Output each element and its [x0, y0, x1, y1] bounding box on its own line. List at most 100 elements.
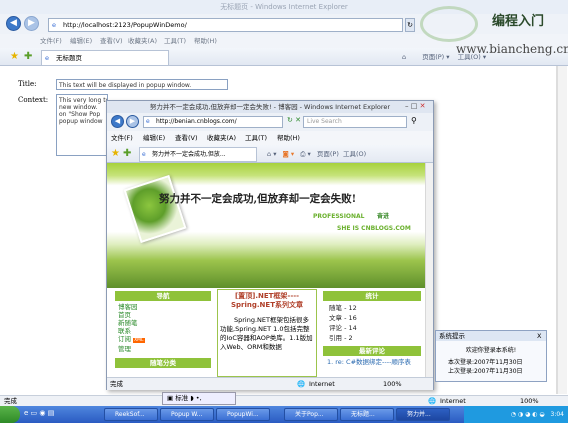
- task-button-2[interactable]: Popup W...: [160, 408, 214, 421]
- task-button-6[interactable]: 努力并...: [396, 408, 450, 421]
- zoom-control[interactable]: 100%: [520, 396, 539, 406]
- page-icon: e: [142, 151, 146, 158]
- xml-badge: XML: [133, 338, 145, 343]
- categories-header: 随笔分类: [115, 358, 211, 368]
- page-menu[interactable]: 页面(P): [317, 150, 339, 158]
- page-icon: e: [45, 54, 49, 62]
- page-icon: e: [146, 118, 150, 125]
- minimize-button[interactable]: –: [405, 102, 409, 110]
- popup-menu-bar: 文件(F) 编辑(E) 查看(V) 收藏夹(A) 工具(T) 帮助(H): [107, 131, 433, 145]
- tab-untitled-page[interactable]: e 无标题页: [41, 50, 169, 65]
- refresh-button[interactable]: ↻: [405, 18, 415, 32]
- quick-launch: e ▭ ◉ ▤: [24, 409, 54, 417]
- home-icon[interactable]: ⌂ ▾: [267, 150, 276, 158]
- nav-panel: 导航 博客园 首页 新随笔 联系 订阅 XML 管理 随笔分类: [115, 291, 211, 377]
- stats-header: 统计: [323, 291, 421, 301]
- nav-link-manage[interactable]: 管理: [118, 345, 211, 353]
- popup-address-bar[interactable]: e http://benian.cnblogs.com/: [143, 116, 283, 128]
- ime-bar[interactable]: ▣ 标准 ◗ •,: [162, 392, 236, 405]
- search-icon[interactable]: ⚲: [411, 116, 417, 125]
- post-title[interactable]: [置顶].NET框架----Spring.NET系列文章: [220, 292, 314, 310]
- popup-window: 努力并不一定会成功,但放弃却一定会失败! - 博客园 - Windows Int…: [106, 100, 434, 390]
- ie-icon[interactable]: e: [24, 409, 28, 417]
- nav-header: 导航: [115, 291, 211, 301]
- add-favorite-icon[interactable]: ✚: [24, 51, 32, 63]
- main-scrollbar[interactable]: [557, 66, 567, 394]
- menu-edit[interactable]: 编辑(E): [143, 131, 165, 145]
- folder-icon[interactable]: ▤: [48, 409, 55, 417]
- nav-link-subscribe[interactable]: 订阅 XML: [118, 335, 211, 345]
- start-button[interactable]: [0, 406, 20, 423]
- context-label: Context:: [18, 96, 49, 104]
- banner-line2: PROFESSIONAL: [313, 213, 365, 220]
- close-icon[interactable]: ✕: [420, 102, 426, 110]
- menu-tools[interactable]: 工具(T): [245, 131, 267, 145]
- zoom-control[interactable]: 100%: [383, 378, 402, 390]
- tools-menu[interactable]: 工具(O): [343, 150, 366, 158]
- banner-line3: SHE IS CNBLOGS.COM: [337, 225, 411, 232]
- refresh-icon[interactable]: ↻ ✕: [287, 116, 301, 124]
- notice-close-button[interactable]: X: [537, 331, 541, 341]
- favorites-star-icon[interactable]: ★: [111, 148, 120, 160]
- popup-tab[interactable]: e 努力并不一定会成功,但放...: [139, 147, 257, 162]
- nav-link-new-post[interactable]: 新随笔: [118, 319, 211, 327]
- desktop-icon[interactable]: ▭: [31, 409, 38, 417]
- home-icon[interactable]: ⌂: [402, 53, 406, 61]
- watermark-logo: 编程入门 www.biancheng.cn: [420, 0, 568, 66]
- popup-address-toolbar: ◀ ▶ e http://benian.cnblogs.com/ ↻ ✕ Liv…: [107, 113, 433, 131]
- notice-last-login: 上次登录:2007年11月30日: [448, 368, 523, 375]
- popup-scrollbar[interactable]: [425, 163, 433, 377]
- menu-file[interactable]: 文件(F): [111, 131, 133, 145]
- banner-headline: 努力并不一定会成功,但放弃却一定会失败!: [159, 193, 357, 205]
- tray-icons[interactable]: ◔ ◑ ◕ ◐ ◒: [511, 411, 545, 418]
- stat-comments: 评论 - 14: [329, 324, 357, 332]
- stat-trackbacks: 引用 - 2: [329, 334, 353, 342]
- popup-forward-button[interactable]: ▶: [126, 115, 139, 128]
- popup-tab-row: ★ ✚ e 努力并不一定会成功,但放... ⌂ ▾ ◙ ▾ ⎙ ▾ 页面(P) …: [107, 145, 433, 163]
- comment-link[interactable]: 1. re: C#数据绑定----顺序表: [323, 358, 421, 366]
- notice-this-login: 本次登录:2007年11月30日: [448, 359, 523, 366]
- back-button[interactable]: ◀: [6, 16, 21, 31]
- globe-icon: 🌐: [297, 380, 306, 388]
- stats-panel: 统计 随笔 - 12 文章 - 16 评论 - 14 引用 - 2 最新评论 1…: [323, 291, 421, 377]
- favorites-star-icon[interactable]: ★: [10, 51, 19, 63]
- context-textarea[interactable]: This very long text will be displayed in…: [56, 94, 108, 156]
- system-notice: 系统提示 X 欢迎你登录本系统! 本次登录:2007年11月30日 上次登录:2…: [435, 330, 547, 382]
- post-body: Spring.NET框架包括很多功能,Spring.NET 1.0包括完整的Io…: [220, 316, 313, 351]
- task-button-4[interactable]: 关于Pop...: [284, 408, 338, 421]
- title-label: Title:: [18, 80, 37, 88]
- stat-posts: 随笔 - 12: [329, 304, 357, 312]
- menu-help[interactable]: 帮助(H): [277, 131, 300, 145]
- title-input[interactable]: This text will be displayed in popup win…: [56, 79, 228, 90]
- post-panel: [置顶].NET框架----Spring.NET系列文章 Spring.NET框…: [217, 289, 317, 377]
- main-address-bar[interactable]: e http://localhost:2123/PopupWinDemo/: [48, 18, 403, 32]
- task-button-1[interactable]: ReekSof...: [104, 408, 158, 421]
- main-status-bar: 完成 🌐 Internet 100%: [0, 395, 568, 406]
- popup-page-content: 努力并不一定会成功,但放弃却一定会失败! PROFESSIONAL 奋进 SHE…: [107, 163, 425, 377]
- logo-swoosh-icon: [420, 6, 478, 42]
- stat-articles: 文章 - 16: [329, 314, 357, 322]
- menu-favorites[interactable]: 收藏夹(A): [207, 131, 236, 145]
- popup-title: 努力并不一定会成功,但放弃却一定会失败! - 博客园 - Windows Int…: [107, 101, 433, 113]
- print-icon[interactable]: ⎙ ▾: [300, 150, 311, 158]
- popup-search-input[interactable]: Live Search: [303, 116, 407, 128]
- task-button-5[interactable]: 无标题...: [340, 408, 394, 421]
- nav-link-home[interactable]: 首页: [118, 311, 211, 319]
- banner-leaf-image: [123, 174, 187, 244]
- maximize-button[interactable]: □: [411, 102, 418, 110]
- ime-icon: ▣: [167, 394, 174, 402]
- add-favorite-icon[interactable]: ✚: [123, 148, 131, 160]
- popup-status-bar: 完成 🌐 Internet 100%: [107, 377, 433, 390]
- menu-view[interactable]: 查看(V): [175, 131, 198, 145]
- nav-link-contact[interactable]: 联系: [118, 327, 211, 335]
- blog-banner: 努力并不一定会成功,但放弃却一定会失败! PROFESSIONAL 奋进 SHE…: [107, 163, 425, 288]
- rss-icon[interactable]: ◙ ▾: [283, 150, 295, 158]
- globe-icon: 🌐: [428, 397, 437, 405]
- nav-link-cnblogs[interactable]: 博客园: [118, 303, 211, 311]
- forward-button[interactable]: ▶: [24, 16, 39, 31]
- popup-back-button[interactable]: ◀: [111, 115, 124, 128]
- latest-comments-header: 最新评论: [323, 346, 421, 356]
- system-tray: ◔ ◑ ◕ ◐ ◒ 3:04: [464, 406, 568, 423]
- task-button-3[interactable]: PopupWi...: [216, 408, 270, 421]
- media-icon[interactable]: ◉: [39, 409, 45, 417]
